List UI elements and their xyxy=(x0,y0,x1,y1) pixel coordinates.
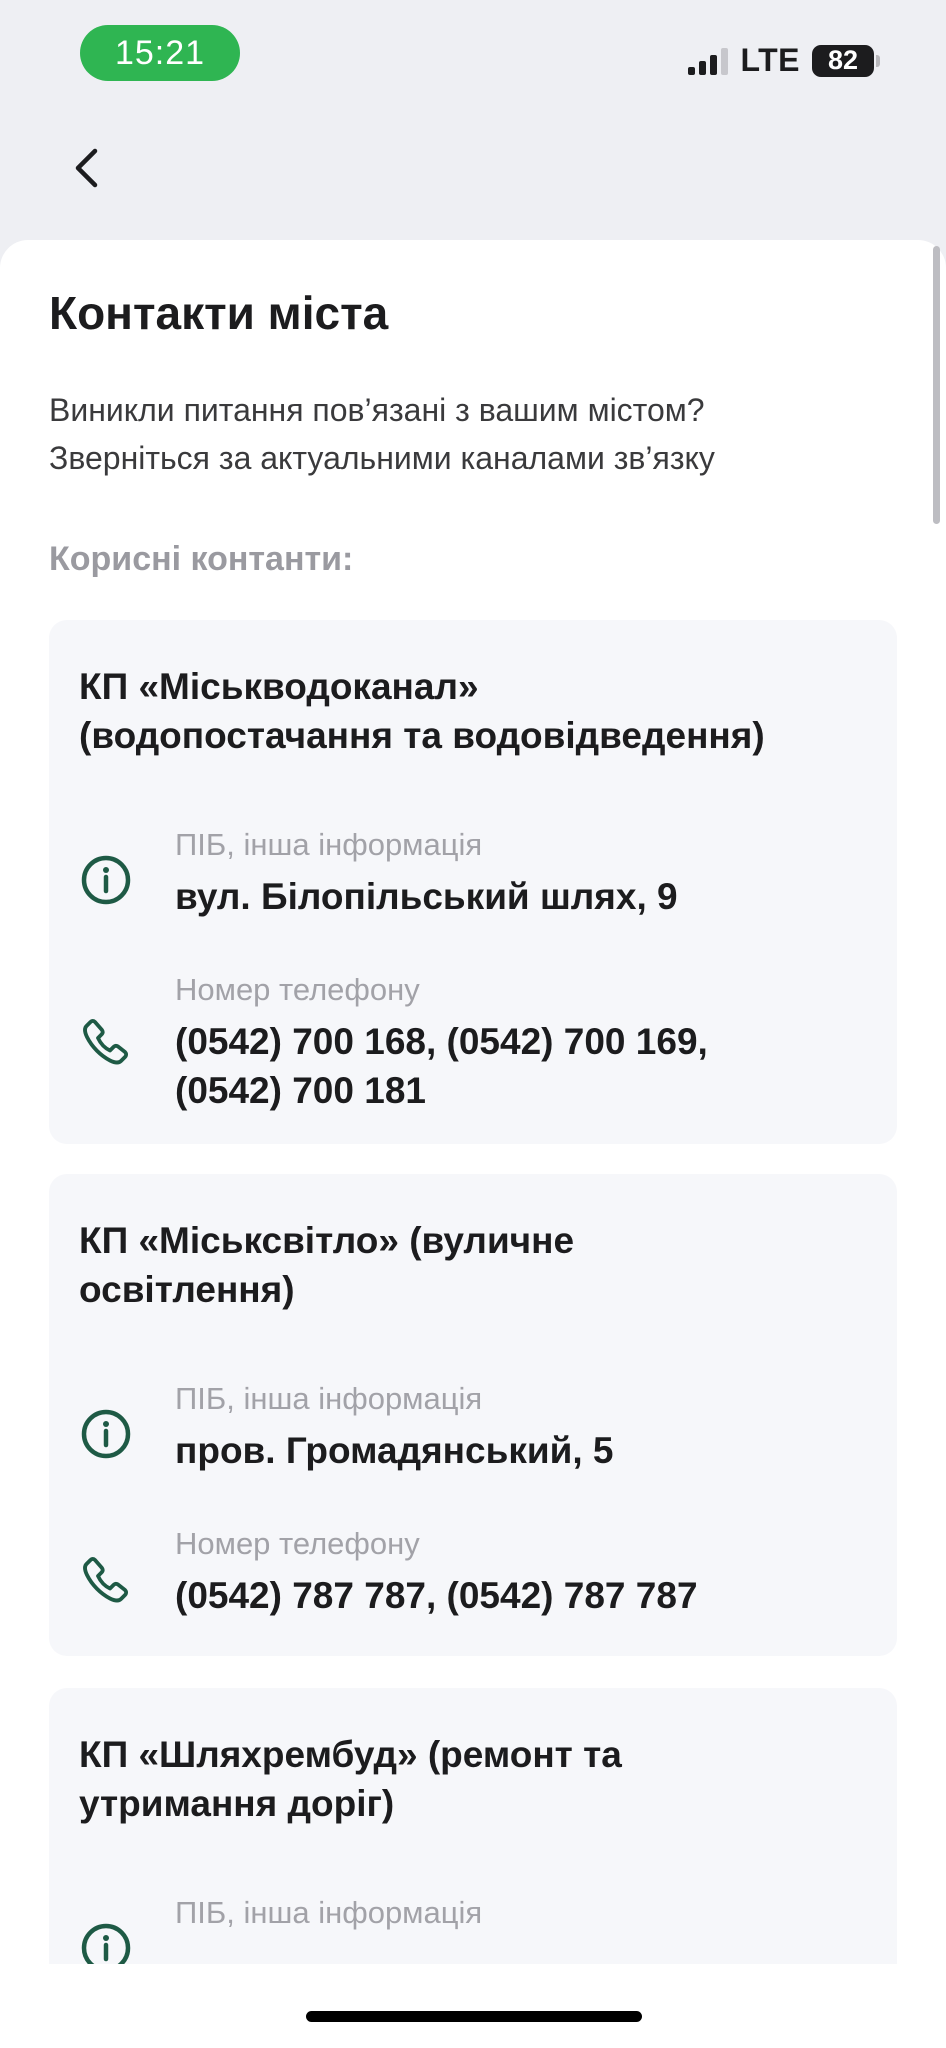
contacts-scroll-area[interactable]: Контакти міста Виникли питання пов’язані… xyxy=(0,240,946,1964)
phone-icon xyxy=(79,1014,133,1068)
battery-level: 82 xyxy=(812,44,874,77)
intro-line-1: Виникли питання пов’язані з вашим містом… xyxy=(49,392,705,428)
info-icon xyxy=(79,853,133,907)
contacts-sheet: Контакти міста Виникли питання пов’язані… xyxy=(0,240,946,2048)
contact-card: КП «Міськводоканал» (водопостачання та в… xyxy=(49,620,897,1144)
contact-title-line: КП «Міськводоканал» xyxy=(79,666,479,707)
chevron-left-icon xyxy=(75,148,98,188)
contact-info-row: ПІБ, інша інформація пров. Громадянський… xyxy=(49,1381,897,1491)
phone-value-line[interactable]: (0542) 700 168, (0542) 700 169, xyxy=(175,1017,875,1066)
info-icon xyxy=(79,1921,133,1964)
battery-icon: 82 xyxy=(812,44,880,77)
phone-value-line[interactable]: (0542) 700 181 xyxy=(175,1066,875,1115)
phone-label: Номер телефону xyxy=(175,972,420,1007)
contact-title-line: утримання доріг) xyxy=(79,1783,395,1824)
info-icon xyxy=(79,1407,133,1461)
contact-phone-row[interactable]: Номер телефону (0542) 787 787, (0542) 78… xyxy=(49,1526,897,1636)
scroll-indicator[interactable] xyxy=(933,246,940,524)
contact-card-title: КП «Міськсвітло» (вуличне освітлення) xyxy=(79,1216,879,1314)
phone-label: Номер телефону xyxy=(175,1526,420,1561)
contact-info-row: ПІБ, інша інформація xyxy=(49,1895,897,1964)
status-time: 15:21 xyxy=(80,25,240,81)
contact-card: КП «Міськсвітло» (вуличне освітлення) ПІ… xyxy=(49,1174,897,1656)
section-label: Корисні контанти: xyxy=(49,540,354,578)
contact-card-title: КП «Шляхрембуд» (ремонт та утримання дор… xyxy=(79,1730,879,1828)
info-label: ПІБ, інша інформація xyxy=(175,1381,483,1416)
info-value: вул. Білопільський шлях, 9 xyxy=(175,876,678,917)
phone-value[interactable]: (0542) 787 787, (0542) 787 787 xyxy=(175,1571,875,1620)
info-label: ПІБ, інша інформація xyxy=(175,1895,483,1930)
info-label: ПІБ, інша інформація xyxy=(175,827,483,862)
network-type: LTE xyxy=(740,42,800,78)
back-button[interactable] xyxy=(64,146,108,190)
intro-line-2: Зверніться за актуальними каналами зв’яз… xyxy=(49,440,715,476)
phone-icon xyxy=(79,1552,133,1606)
info-value: пров. Громадянський, 5 xyxy=(175,1430,614,1471)
contact-title-line: освітлення) xyxy=(79,1269,295,1310)
contact-phone-row[interactable]: Номер телефону (0542) 700 168, (0542) 70… xyxy=(49,972,897,1132)
contact-card-title: КП «Міськводоканал» (водопостачання та в… xyxy=(79,662,879,760)
contact-card: КП «Шляхрембуд» (ремонт та утримання дор… xyxy=(49,1688,897,1964)
page-title: Контакти міста xyxy=(49,287,389,339)
contact-title-line: КП «Шляхрембуд» (ремонт та xyxy=(79,1734,622,1775)
intro-text: Виникли питання пов’язані з вашим містом… xyxy=(49,386,869,482)
signal-icon xyxy=(688,47,729,75)
home-indicator[interactable] xyxy=(306,2011,642,2022)
contact-title-line: КП «Міськсвітло» (вуличне xyxy=(79,1220,575,1261)
contact-info-row: ПІБ, інша інформація вул. Білопільський … xyxy=(49,827,897,937)
status-bar: 15:21 LTE 82 xyxy=(0,0,946,110)
status-indicators: LTE 82 xyxy=(688,42,880,79)
phone-value[interactable]: (0542) 700 168, (0542) 700 169, (0542) 7… xyxy=(175,1017,875,1115)
contact-title-line: (водопостачання та водовідведення) xyxy=(79,715,765,756)
